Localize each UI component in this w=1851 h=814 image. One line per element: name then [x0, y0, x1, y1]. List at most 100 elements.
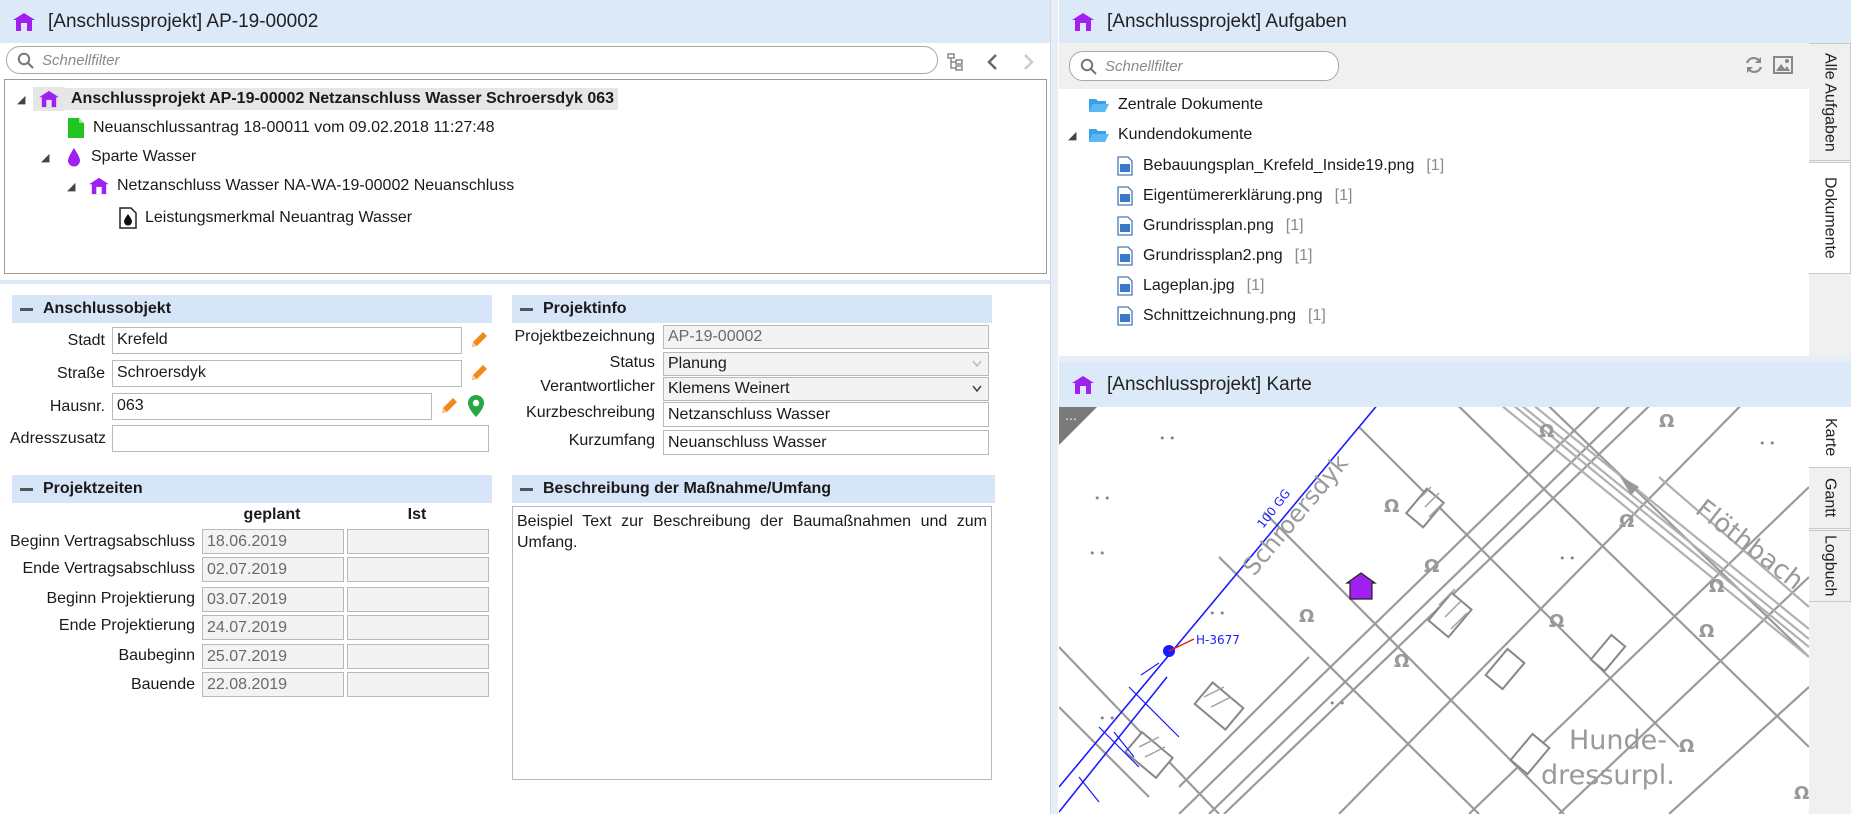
status-select[interactable]: Planung — [663, 352, 989, 376]
left-panel-header: [Anschlussprojekt] AP-19-00002 — [0, 0, 1050, 43]
collapse-icon[interactable] — [20, 487, 33, 491]
image-file-icon — [1117, 216, 1133, 236]
svg-text:Ω: Ω — [1299, 606, 1314, 627]
map-label-area-1: Hunde- — [1569, 725, 1667, 756]
document-item[interactable]: Eigentümererklärung.png [1] — [1117, 186, 1352, 206]
splitter[interactable] — [0, 280, 1050, 284]
tab-alle-aufgaben[interactable]: Alle Aufgaben — [1809, 43, 1851, 161]
projektbezeichnung-field: AP-19-00002 — [663, 325, 989, 349]
strasse-field[interactable]: Schroersdyk — [112, 360, 462, 387]
svg-text:• •: • • — [1559, 552, 1575, 565]
geplant-date-field[interactable]: 02.07.2019 — [202, 557, 344, 582]
image-icon[interactable] — [1773, 56, 1793, 74]
svg-text:⋯: ⋯ — [1065, 412, 1077, 426]
adresszusatz-label: Adresszusatz — [10, 430, 107, 447]
expand-triangle-icon[interactable]: ◢ — [1068, 129, 1082, 142]
tab-logbuch[interactable]: Logbuch — [1809, 530, 1851, 602]
geplant-date-field[interactable]: 25.07.2019 — [202, 644, 344, 669]
geplant-date-field[interactable]: 22.08.2019 — [202, 672, 344, 697]
ist-date-field[interactable] — [347, 587, 489, 612]
svg-text:Ω: Ω — [1424, 556, 1439, 577]
map-canvas[interactable]: ΩΩΩ ΩΩΩ ΩΩΩ ΩΩΩ • • • • • • • • • • • • • • •… — [1059, 407, 1809, 814]
section-title: Projektzeiten — [43, 480, 143, 497]
collapse-icon[interactable] — [20, 307, 33, 311]
document-item[interactable]: Grundrissplan.png [1] — [1117, 216, 1304, 236]
ist-date-field[interactable] — [347, 529, 489, 554]
image-file-icon — [1117, 276, 1133, 296]
aufgaben-search-input[interactable]: Schnellfilter — [1069, 51, 1339, 81]
vertical-splitter[interactable] — [1050, 0, 1058, 814]
tab-gantt[interactable]: Gantt — [1809, 467, 1851, 529]
ist-date-field[interactable] — [347, 615, 489, 640]
folder-kundendokumente[interactable]: ◢ Kundendokumente — [1068, 126, 1252, 144]
ist-date-field[interactable] — [347, 644, 489, 669]
tree-view-icon[interactable] — [946, 52, 966, 72]
geplant-date-field[interactable]: 24.07.2019 — [202, 615, 344, 640]
adresszusatz-field[interactable] — [112, 425, 489, 452]
column-header-ist: Ist — [407, 506, 427, 523]
tree-item-antrag[interactable]: Neuanschlussantrag 18-00011 vom 09.02.20… — [67, 117, 494, 139]
beschreibung-textarea[interactable]: Beispiel Text zur Beschreibung der Bauma… — [512, 506, 992, 780]
edit-pencil-icon[interactable] — [469, 330, 489, 350]
svg-text:Ω: Ω — [1794, 783, 1809, 804]
collapse-icon[interactable] — [520, 307, 533, 311]
left-search-input[interactable]: Schnellfilter — [6, 46, 938, 74]
section-anschlussobjekt[interactable]: Anschlussobjekt — [12, 295, 492, 323]
expand-triangle-icon[interactable]: ◢ — [67, 180, 81, 193]
chevron-left-icon[interactable] — [986, 52, 1000, 72]
chevron-right-icon[interactable] — [1021, 52, 1035, 72]
tab-label: Gantt — [1821, 478, 1839, 518]
collapse-icon[interactable] — [520, 487, 533, 491]
map-pin-icon[interactable] — [467, 394, 485, 418]
stadt-field[interactable]: Krefeld — [112, 327, 462, 354]
document-name: Bebauungsplan_Krefeld_Inside19.png — [1143, 157, 1415, 174]
zeit-row-label: Ende Vertragsabschluss — [22, 560, 195, 577]
svg-text:Ω: Ω — [1709, 576, 1724, 597]
document-count: [1] — [1426, 157, 1445, 174]
left-search-placeholder: Schnellfilter — [42, 51, 120, 69]
tree-item-leistungsmerkmal[interactable]: Leistungsmerkmal Neuantrag Wasser — [119, 207, 412, 229]
tree-item-project[interactable]: ◢ Anschlussprojekt AP-19-00002 Netzansch… — [17, 87, 619, 111]
document-name: Grundrissplan2.png — [1143, 247, 1283, 264]
folder-zentrale-dokumente[interactable]: Zentrale Dokumente — [1088, 96, 1263, 114]
document-item[interactable]: Schnittzeichnung.png [1] — [1117, 306, 1326, 326]
expand-triangle-icon[interactable]: ◢ — [41, 151, 55, 164]
svg-text:Ω: Ω — [1539, 421, 1554, 442]
status-value: Planung — [668, 355, 727, 372]
ist-date-field[interactable] — [347, 672, 489, 697]
ist-date-field[interactable] — [347, 557, 489, 582]
section-beschreibung[interactable]: Beschreibung der Maßnahme/Umfang — [512, 475, 995, 503]
document-item[interactable]: Grundrissplan2.png [1] — [1117, 246, 1312, 266]
document-item[interactable]: Bebauungsplan_Krefeld_Inside19.png [1] — [1117, 156, 1444, 176]
tab-dokumente[interactable]: Dokumente — [1809, 162, 1851, 274]
expand-triangle-icon[interactable]: ◢ — [17, 93, 31, 106]
aufgaben-search-placeholder: Schnellfilter — [1105, 57, 1183, 75]
kurzumfang-field[interactable]: Neuanschluss Wasser — [663, 430, 989, 455]
section-projektzeiten[interactable]: Projektzeiten — [12, 475, 492, 503]
edit-pencil-icon[interactable] — [439, 396, 459, 416]
document-item[interactable]: Lageplan.jpg [1] — [1117, 276, 1264, 296]
house-marker-icon[interactable] — [1345, 572, 1377, 600]
tree-item-sparte[interactable]: ◢ Sparte Wasser — [41, 147, 196, 167]
section-projektinfo[interactable]: Projektinfo — [512, 295, 992, 323]
kurzbeschreibung-field[interactable]: Netzanschluss Wasser — [663, 402, 989, 427]
folder-label: Kundendokumente — [1118, 126, 1253, 143]
tab-karte[interactable]: Karte — [1809, 407, 1851, 467]
image-file-icon — [1117, 246, 1133, 266]
refresh-icon[interactable] — [1744, 55, 1764, 75]
svg-text:Ω: Ω — [1679, 736, 1694, 757]
strasse-label: Straße — [56, 365, 105, 382]
geplant-date-field[interactable]: 18.06.2019 — [202, 529, 344, 554]
verantwortlicher-select[interactable]: Klemens Weinert — [663, 377, 989, 401]
zeit-row-label: Baubeginn — [118, 647, 195, 664]
tree-item-netzanschluss[interactable]: ◢ Netzanschluss Wasser NA-WA-19-00002 Ne… — [67, 177, 514, 195]
geplant-date-field[interactable]: 03.07.2019 — [202, 587, 344, 612]
tree-item-label: Neuanschlussantrag 18-00011 vom 09.02.20… — [93, 119, 495, 136]
hausnr-field[interactable]: 063 — [112, 393, 432, 420]
tab-label: Karte — [1822, 417, 1839, 457]
search-icon — [1080, 58, 1097, 75]
svg-text:• •: • • — [1089, 547, 1105, 560]
edit-pencil-icon[interactable] — [469, 363, 489, 383]
water-drop-icon — [68, 148, 80, 167]
tree-item-label: Anschlussprojekt AP-19-00002 Netzanschlu… — [65, 88, 619, 110]
